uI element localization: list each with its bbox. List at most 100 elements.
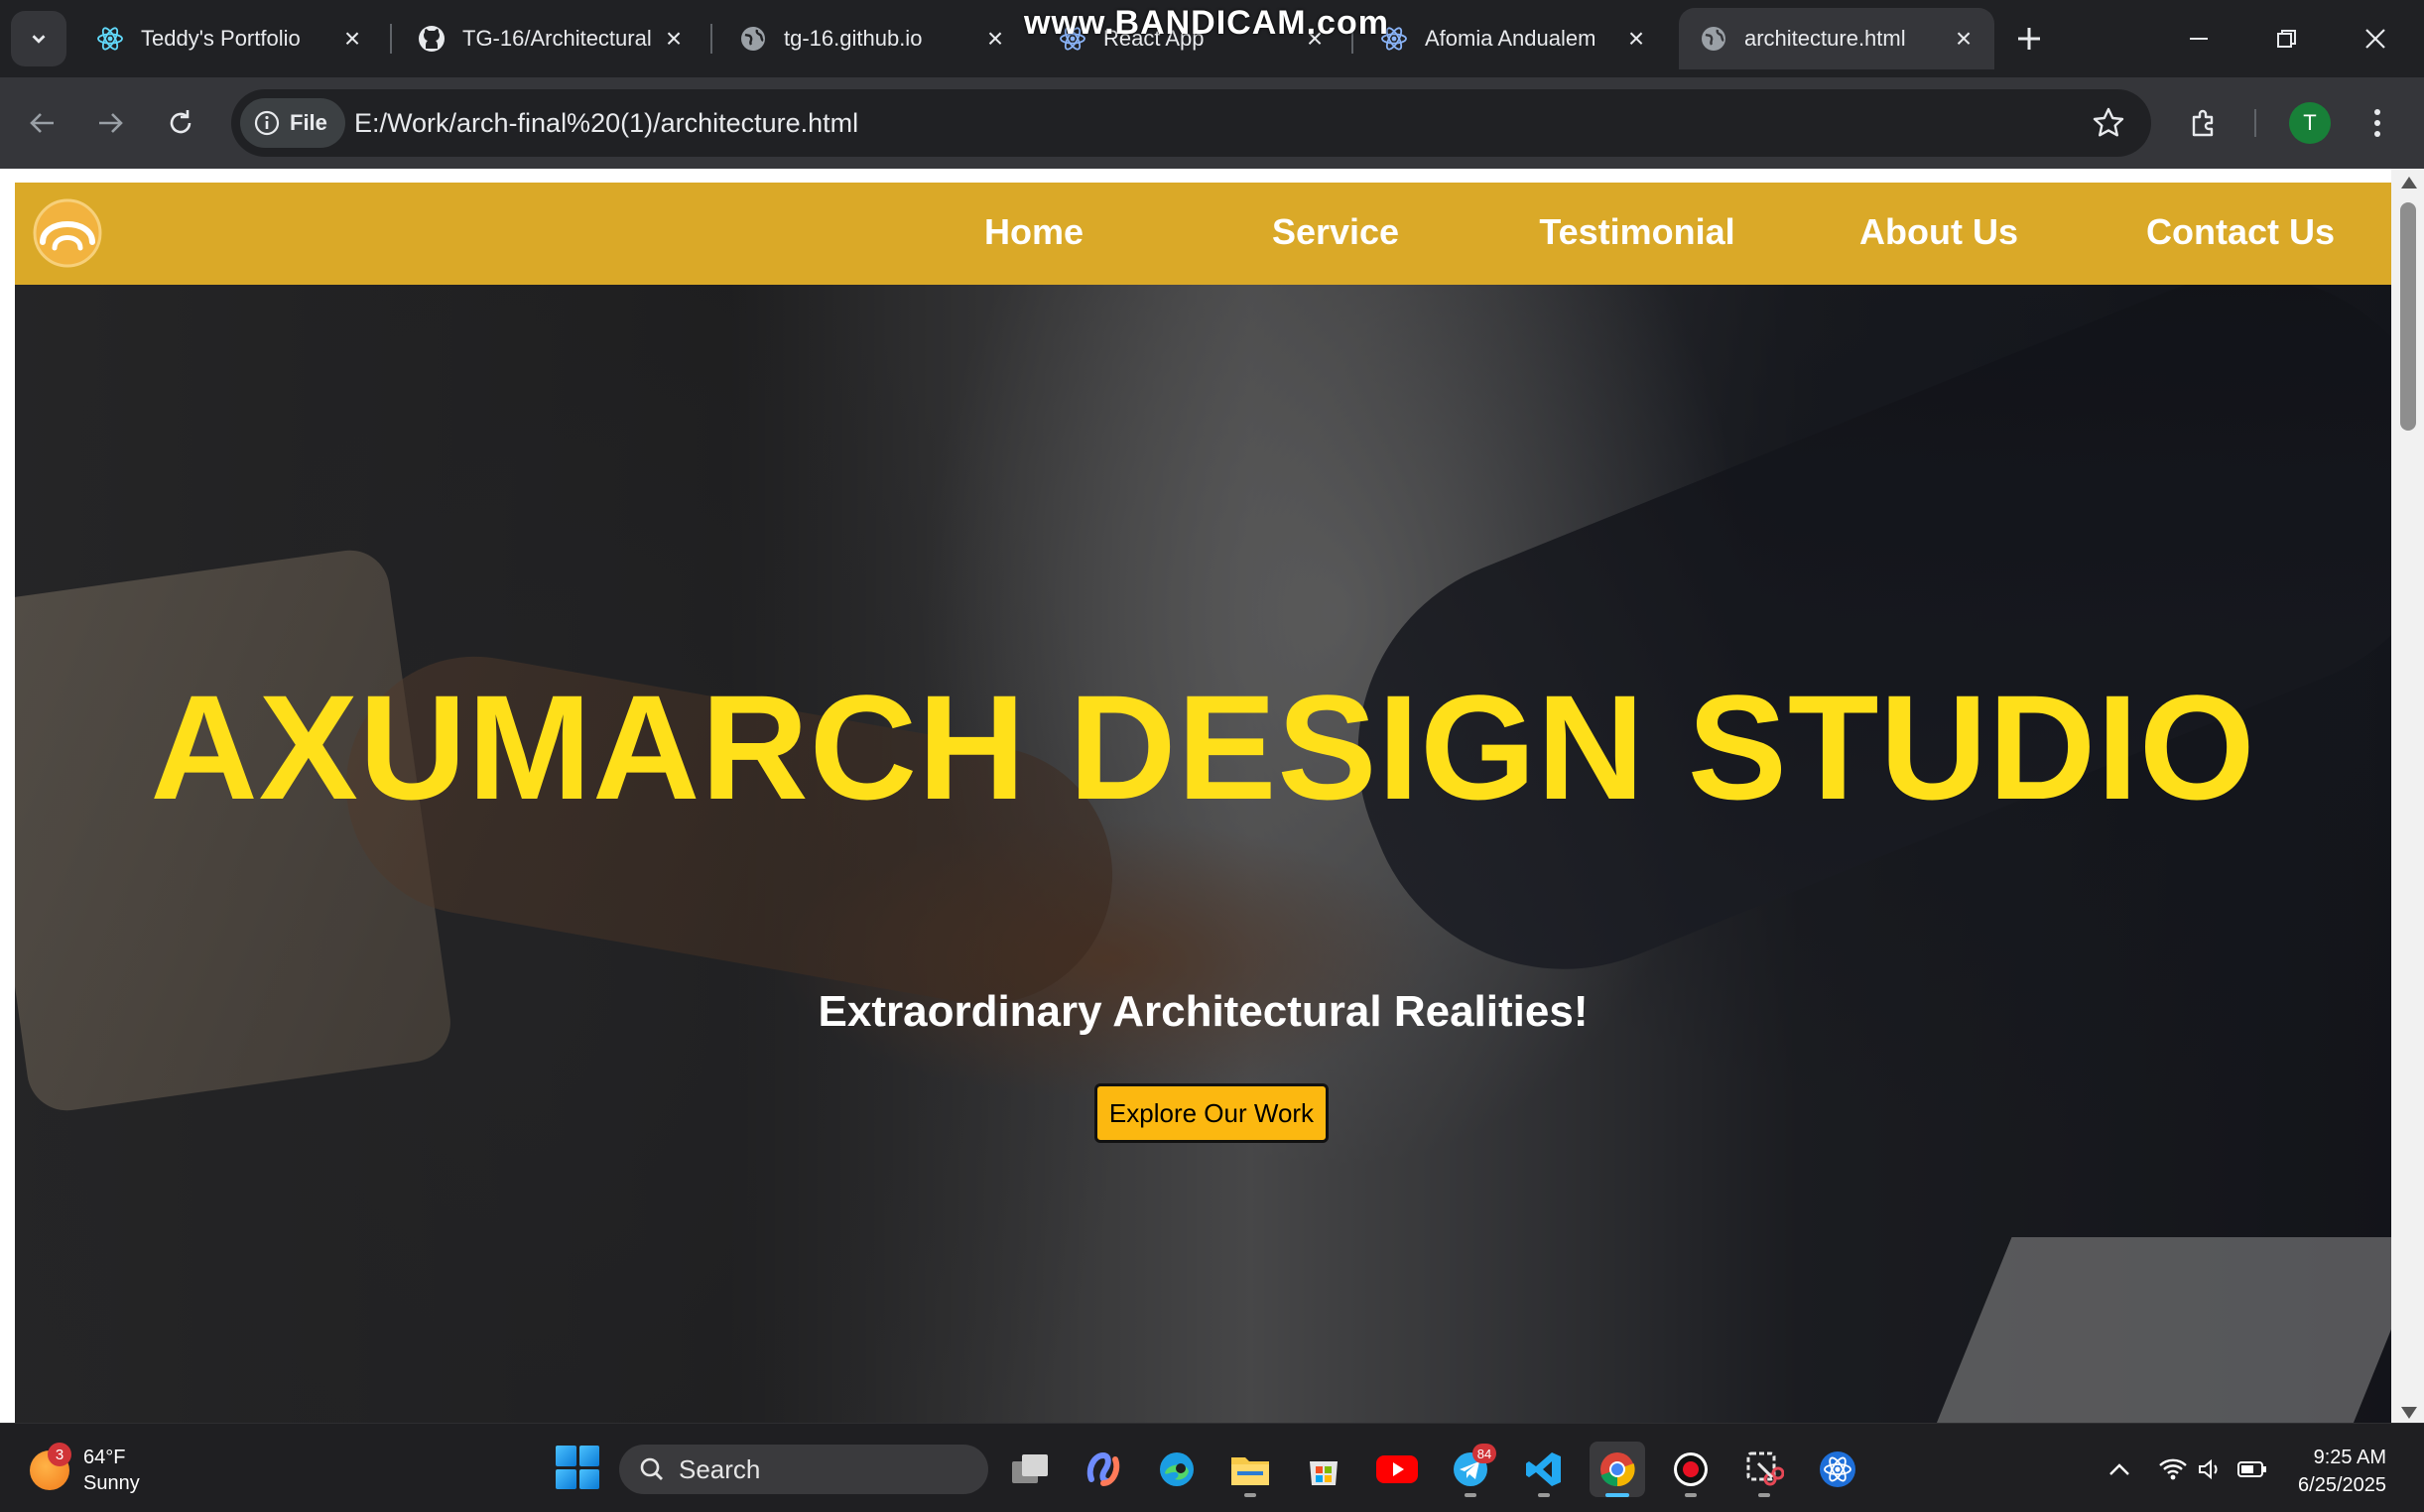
chrome-icon xyxy=(1600,1452,1635,1487)
react-devtools-app[interactable] xyxy=(1810,1442,1865,1497)
vscode-app[interactable] xyxy=(1516,1442,1572,1497)
running-indicator xyxy=(1685,1493,1697,1497)
nav-home[interactable]: Home xyxy=(883,183,1185,285)
nav-about-us[interactable]: About Us xyxy=(1788,183,2090,285)
page-scrollbar[interactable] xyxy=(2391,169,2424,1423)
tab-afomia-andualem[interactable]: Afomia Andualem × xyxy=(1359,8,1667,69)
snipping-tool-app[interactable] xyxy=(1736,1442,1792,1497)
close-icon xyxy=(2365,29,2385,49)
close-icon[interactable]: × xyxy=(337,23,367,54)
site-info-chip[interactable]: File xyxy=(240,98,345,148)
copilot-app[interactable] xyxy=(1076,1442,1131,1497)
bookmark-star-icon[interactable] xyxy=(2092,106,2125,145)
recording-watermark: www.BANDICAM.com xyxy=(1024,4,1389,42)
windows-logo-icon xyxy=(556,1446,576,1466)
running-indicator xyxy=(1244,1493,1256,1497)
snipping-tool-icon xyxy=(1746,1451,1784,1486)
close-icon[interactable]: × xyxy=(980,23,1010,54)
weather-temp: 64°F xyxy=(83,1447,126,1468)
edge-app[interactable] xyxy=(1149,1442,1205,1497)
microsoft-store-app[interactable] xyxy=(1296,1442,1351,1497)
globe-icon xyxy=(1699,24,1728,54)
arrow-left-icon xyxy=(30,113,54,133)
nav-service[interactable]: Service xyxy=(1185,183,1486,285)
chrome-app[interactable] xyxy=(1590,1442,1645,1497)
tab-architecture-html[interactable]: architecture.html × xyxy=(1679,8,1994,69)
weather-text: 64°F Sunny xyxy=(83,1445,140,1496)
show-hidden-icons-button[interactable] xyxy=(2102,1449,2137,1489)
hero-title: AXUMARCH DESIGN STUDIO xyxy=(150,664,2256,830)
globe-icon xyxy=(738,24,768,54)
store-icon xyxy=(1310,1461,1338,1485)
youtube-app[interactable] xyxy=(1369,1442,1425,1497)
tab-github-repo[interactable]: TG-16/Architectural × xyxy=(397,8,704,69)
battery-status[interactable] xyxy=(2234,1449,2270,1489)
react-icon xyxy=(95,24,125,54)
close-icon[interactable]: × xyxy=(1949,23,1978,54)
arch-logo-icon xyxy=(33,198,102,268)
telegram-app[interactable]: 84 xyxy=(1443,1442,1498,1497)
chevron-up-icon xyxy=(2109,1463,2129,1475)
arrow-right-icon xyxy=(99,113,123,133)
profile-avatar[interactable]: T xyxy=(2289,102,2331,144)
running-indicator xyxy=(1465,1493,1476,1497)
site-navbar: Home Service Testimonial About Us Contac… xyxy=(15,183,2391,285)
network-status[interactable] xyxy=(2155,1449,2191,1489)
forward-button[interactable] xyxy=(84,97,136,149)
page-viewport: Home Service Testimonial About Us Contac… xyxy=(0,169,2424,1423)
scroll-down-arrow-icon[interactable] xyxy=(2401,1407,2417,1419)
tab-title: Afomia Andualem xyxy=(1425,26,1596,51)
desktop-screen: Teddy's Portfolio × TG-16/Architectural … xyxy=(0,0,2424,1512)
scroll-thumb[interactable] xyxy=(2400,202,2416,431)
wifi-icon xyxy=(2159,1458,2187,1480)
windows-logo-icon xyxy=(556,1468,576,1489)
extensions-button[interactable] xyxy=(2178,97,2230,149)
start-button[interactable] xyxy=(556,1446,599,1489)
close-window-button[interactable] xyxy=(2346,14,2405,63)
tab-github-io[interactable]: tg-16.github.io × xyxy=(718,8,1026,69)
browser-menu-button[interactable] xyxy=(2356,97,2399,149)
new-tab-button[interactable] xyxy=(2006,16,2052,62)
nav-contact-us[interactable]: Contact Us xyxy=(2090,183,2391,285)
running-indicator xyxy=(1538,1493,1550,1497)
tab-divider xyxy=(390,24,392,54)
hero-subtitle: Extraordinary Architectural Realities! xyxy=(818,987,1589,1036)
site-logo[interactable] xyxy=(27,198,108,268)
address-bar[interactable]: File E:/Work/arch-final%20(1)/architectu… xyxy=(231,89,2151,157)
scroll-up-arrow-icon[interactable] xyxy=(2401,177,2417,189)
tab-title: tg-16.github.io xyxy=(784,26,923,51)
close-icon[interactable]: × xyxy=(659,23,689,54)
tab-search-button[interactable] xyxy=(11,11,66,66)
close-icon[interactable]: × xyxy=(1621,23,1651,54)
react-icon xyxy=(1820,1451,1855,1487)
tab-title: architecture.html xyxy=(1744,26,1906,51)
hero-overlay xyxy=(15,285,2391,1423)
windows-logo-icon xyxy=(578,1468,599,1489)
battery-icon xyxy=(2237,1461,2266,1477)
weather-widget[interactable]: 3 64°F Sunny xyxy=(30,1443,140,1497)
back-button[interactable] xyxy=(17,97,68,149)
task-view-app[interactable] xyxy=(1002,1442,1058,1497)
record-icon xyxy=(1674,1452,1708,1486)
reload-button[interactable] xyxy=(155,97,206,149)
windows-taskbar: 3 64°F Sunny Search 84 9:25 AM 6/25/2025 xyxy=(0,1423,2424,1512)
tab-teddys-portfolio[interactable]: Teddy's Portfolio × xyxy=(75,8,383,69)
running-indicator xyxy=(1605,1493,1629,1497)
file-explorer-app[interactable] xyxy=(1222,1442,1278,1497)
system-clock[interactable]: 9:25 AM 6/25/2025 xyxy=(2298,1444,2386,1499)
folder-icon xyxy=(1231,1457,1269,1485)
github-icon xyxy=(417,24,447,54)
volume-control[interactable] xyxy=(2193,1449,2229,1489)
restore-button[interactable] xyxy=(2257,14,2317,63)
search-label: Search xyxy=(679,1453,761,1484)
minimize-button[interactable] xyxy=(2169,14,2229,63)
browser-toolbar: File E:/Work/arch-final%20(1)/architectu… xyxy=(0,77,2424,169)
explore-our-work-button[interactable]: Explore Our Work xyxy=(1094,1083,1329,1143)
nav-testimonial[interactable]: Testimonial xyxy=(1486,183,1788,285)
url-text[interactable]: E:/Work/arch-final%20(1)/architecture.ht… xyxy=(354,89,858,157)
recorder-app[interactable] xyxy=(1663,1442,1719,1497)
edge-icon xyxy=(1160,1452,1194,1486)
nav-links: Home Service Testimonial About Us Contac… xyxy=(883,183,2391,285)
clock-date: 6/25/2025 xyxy=(2298,1474,2386,1496)
taskbar-search[interactable]: Search xyxy=(619,1445,988,1494)
